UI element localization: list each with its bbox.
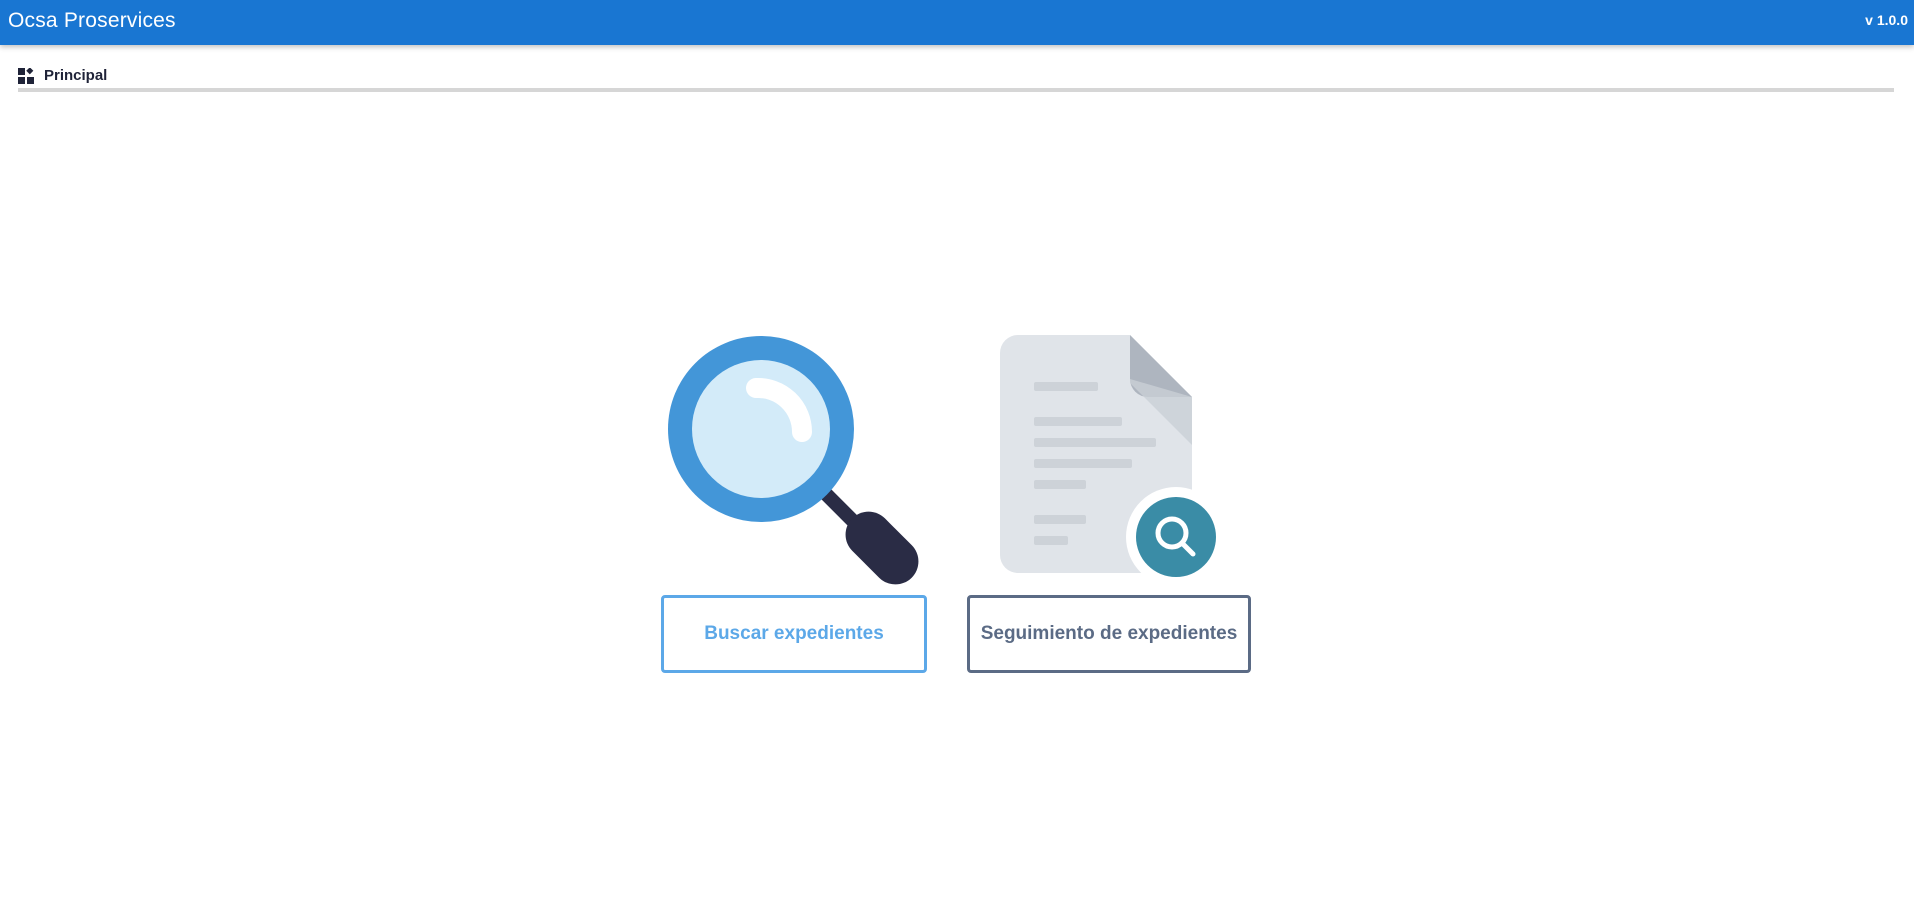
app-title: Ocsa Proservices	[8, 9, 176, 32]
version-label: v 1.0.0	[1865, 12, 1908, 28]
search-files-button[interactable]: Buscar expedientes	[661, 595, 927, 673]
track-files-button[interactable]: Seguimiento de expedientes	[967, 595, 1251, 673]
dashboard-icon	[18, 68, 34, 84]
magnifying-glass-icon[interactable]	[662, 330, 932, 590]
breadcrumb: Principal	[18, 66, 1894, 92]
top-app-bar: Ocsa Proservices v 1.0.0	[0, 0, 1914, 45]
breadcrumb-label: Principal	[44, 67, 108, 84]
document-search-icon[interactable]	[1000, 335, 1220, 587]
